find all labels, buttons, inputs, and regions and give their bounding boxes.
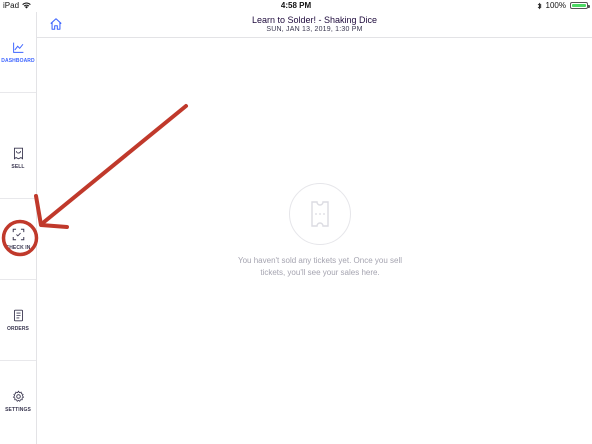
- sidebar-item-label: DASHBOARD: [1, 57, 35, 64]
- sidebar-item-check-in[interactable]: CHECK IN: [0, 199, 36, 280]
- bluetooth-icon: [537, 2, 542, 9]
- chart-line-icon: [12, 42, 23, 53]
- battery-percent: 100%: [545, 1, 566, 10]
- empty-state: You haven't sold any tickets yet. Once y…: [235, 183, 405, 279]
- event-date: SUN, JAN 13, 2019, 1:30 PM: [266, 26, 363, 33]
- receipt-icon: [13, 309, 23, 321]
- sidebar-item-sell[interactable]: SELL: [0, 118, 36, 199]
- sidebar-item-label: CHECK IN: [5, 244, 31, 251]
- status-time: 4:58 PM: [280, 1, 312, 10]
- ticket-outline-icon: [311, 201, 329, 227]
- event-header: Learn to Solder! - Shaking Dice SUN, JAN…: [37, 12, 592, 38]
- scan-icon: [12, 228, 24, 240]
- ticket-icon: [13, 147, 23, 160]
- annotation-arrow: [42, 104, 188, 224]
- gear-icon: [12, 390, 24, 402]
- event-title: Learn to Solder! - Shaking Dice: [251, 15, 378, 25]
- sidebar: DASHBOARD SELL CHECK IN ORDERS SETTINGS: [0, 12, 37, 444]
- sidebar-item-dashboard[interactable]: DASHBOARD: [0, 12, 36, 93]
- status-bar: iPad 4:58 PM 100%: [0, 0, 592, 12]
- empty-state-badge: [289, 183, 351, 245]
- battery-icon: [570, 2, 590, 9]
- annotation-arrowhead: [34, 194, 69, 229]
- sidebar-item-label: ORDERS: [7, 325, 29, 332]
- sidebar-item-orders[interactable]: ORDERS: [0, 280, 36, 361]
- empty-state-message: You haven't sold any tickets yet. Once y…: [238, 256, 402, 277]
- sidebar-item-settings[interactable]: SETTINGS: [0, 361, 36, 442]
- sidebar-item-label: SELL: [11, 163, 25, 170]
- sidebar-item-label: SETTINGS: [5, 407, 31, 413]
